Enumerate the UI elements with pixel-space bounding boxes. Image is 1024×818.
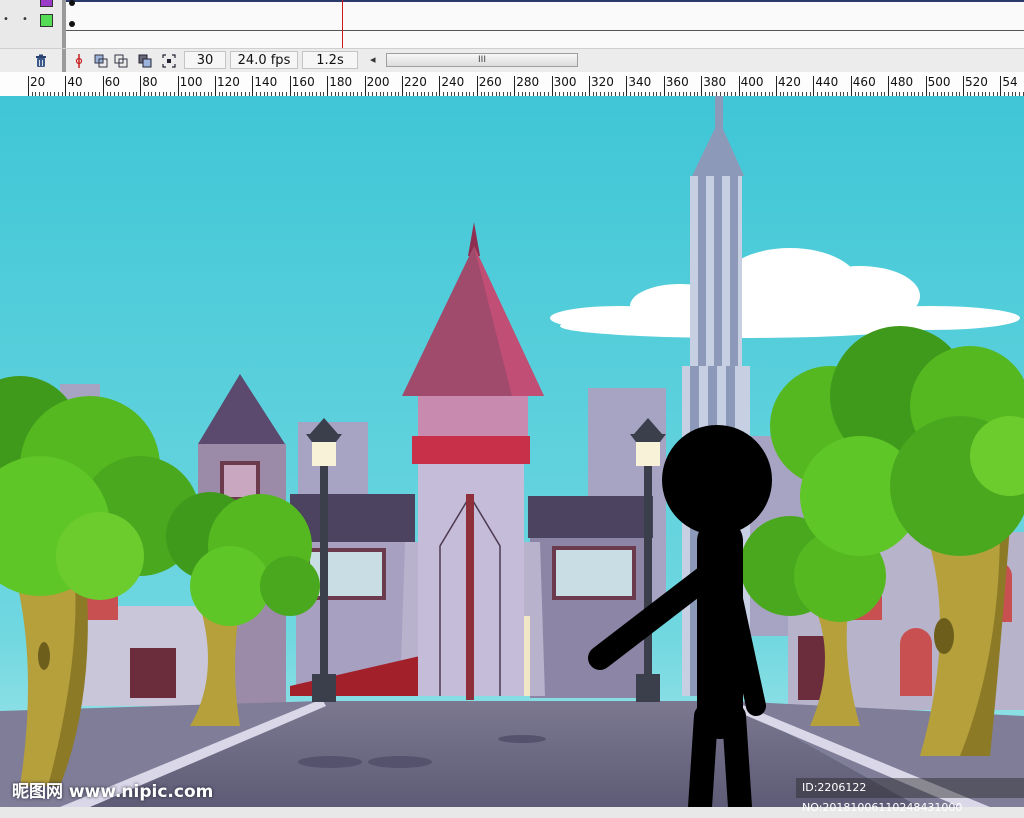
ruler-label: 480 <box>890 75 914 89</box>
ruler-major-tick <box>551 76 553 96</box>
ruler-label: 140 <box>254 75 278 89</box>
stage-ruler: 20 40 60 80 100 120 140 160 180 200 220 240 260 280 30… <box>0 72 1024 97</box>
ruler-label: 260 <box>478 75 502 89</box>
ruler-label: 460 <box>852 75 876 89</box>
keyframe-marker[interactable] <box>69 0 75 6</box>
ruler-label: 120 <box>217 75 240 89</box>
modify-onion-markers-icon[interactable] <box>162 53 176 68</box>
timeline-status-bar: 30 24.0 fps 1.2s ◂ III <box>0 48 1024 74</box>
ruler-label: 520 <box>965 75 988 89</box>
ruler-label: 500 <box>927 75 951 89</box>
ruler-label: 360 <box>665 75 689 89</box>
ruler-label: 400 <box>740 75 764 89</box>
ruler-label: 54 <box>1002 75 1018 89</box>
ruler-major-tick <box>364 76 366 96</box>
image-id-watermark: ID:2206122 NO:20181006110248431000 <box>796 778 1024 814</box>
ruler-major-tick <box>626 76 628 96</box>
visibility-dot[interactable]: • <box>3 14 9 25</box>
road-shadow <box>298 756 362 768</box>
frame-rate-field[interactable]: 24.0 fps <box>230 51 298 69</box>
layer-1-color-swatch[interactable] <box>40 0 53 7</box>
scroll-left-arrow[interactable]: ◂ <box>370 53 376 66</box>
ruler-major-tick <box>663 76 665 96</box>
ruler-major-tick <box>177 76 179 96</box>
ruler-major-tick <box>252 76 254 96</box>
ruler-label: 80 <box>142 75 158 89</box>
center-frame-icon[interactable] <box>72 53 86 68</box>
road-shadow <box>368 756 432 768</box>
ruler-major-tick <box>514 76 516 96</box>
ruler-major-tick <box>140 76 142 96</box>
ruler-label: 320 <box>591 75 614 89</box>
edit-multiple-frames-icon[interactable] <box>138 53 152 68</box>
onion-skin-icon[interactable] <box>94 53 108 68</box>
current-frame-field[interactable]: 30 <box>184 51 226 69</box>
ruler-label: 240 <box>441 75 465 89</box>
ruler-major-tick <box>289 76 291 96</box>
keyframe-marker[interactable] <box>69 21 75 27</box>
ruler-major-tick <box>701 76 703 96</box>
ruler-major-tick <box>963 76 964 96</box>
ruler-label: 60 <box>104 75 121 89</box>
layer-panel-divider <box>62 49 66 73</box>
ruler-major-tick <box>813 76 815 96</box>
ruler-label: 180 <box>329 75 353 89</box>
ruler-major-tick <box>1000 76 1002 96</box>
stage-artwork <box>0 96 1024 807</box>
ruler-major-tick <box>215 76 216 96</box>
layer-row-2-frames[interactable] <box>66 8 1024 31</box>
ruler-major-tick <box>589 76 590 96</box>
ruler-label: 440 <box>815 75 839 89</box>
layer-row-3-controls[interactable] <box>0 30 62 48</box>
ruler-major-tick <box>888 76 890 96</box>
ruler-label: 280 <box>516 75 540 89</box>
road-shadow <box>498 735 546 743</box>
ruler-major-tick <box>102 76 104 96</box>
layer-row-2-controls[interactable]: • • <box>0 10 62 30</box>
ruler-label: 160 <box>291 75 315 89</box>
ruler-major-tick <box>65 76 67 96</box>
ruler-label: 220 <box>404 75 427 89</box>
layer-panel-divider[interactable] <box>62 0 66 48</box>
lock-dot[interactable]: • <box>22 14 28 25</box>
playhead[interactable] <box>342 0 343 48</box>
ruler-label: 420 <box>778 75 801 89</box>
ruler-label: 40 <box>67 75 83 89</box>
ruler-label: 340 <box>628 75 652 89</box>
ruler-label: 380 <box>703 75 727 89</box>
ruler-major-tick <box>738 76 740 96</box>
timeline-panel: • • <box>0 0 1024 50</box>
layer-2-color-swatch[interactable] <box>40 14 53 27</box>
ruler-major-tick <box>28 76 29 96</box>
ruler-major-tick <box>925 76 927 96</box>
ruler-major-tick <box>850 76 852 96</box>
stage-canvas[interactable] <box>0 96 1024 807</box>
ruler-major-tick <box>439 76 441 96</box>
ruler-label: 300 <box>553 75 577 89</box>
ruler-major-tick <box>476 76 478 96</box>
ruler-major-tick <box>402 76 403 96</box>
onion-skin-outlines-icon[interactable] <box>114 53 128 68</box>
elapsed-time-field: 1.2s <box>302 51 358 69</box>
ruler-major-tick <box>327 76 329 96</box>
ruler-label: 200 <box>366 75 390 89</box>
timeline-horizontal-scrollbar[interactable]: III <box>386 53 578 67</box>
layer-row-3-frames[interactable] <box>66 30 1024 50</box>
ruler-label: 20 <box>30 75 46 89</box>
ruler-label: 100 <box>179 75 203 89</box>
site-watermark: 昵图网 www.nipic.com <box>12 782 214 802</box>
ruler-major-tick <box>776 76 777 96</box>
trash-icon[interactable] <box>34 53 48 67</box>
